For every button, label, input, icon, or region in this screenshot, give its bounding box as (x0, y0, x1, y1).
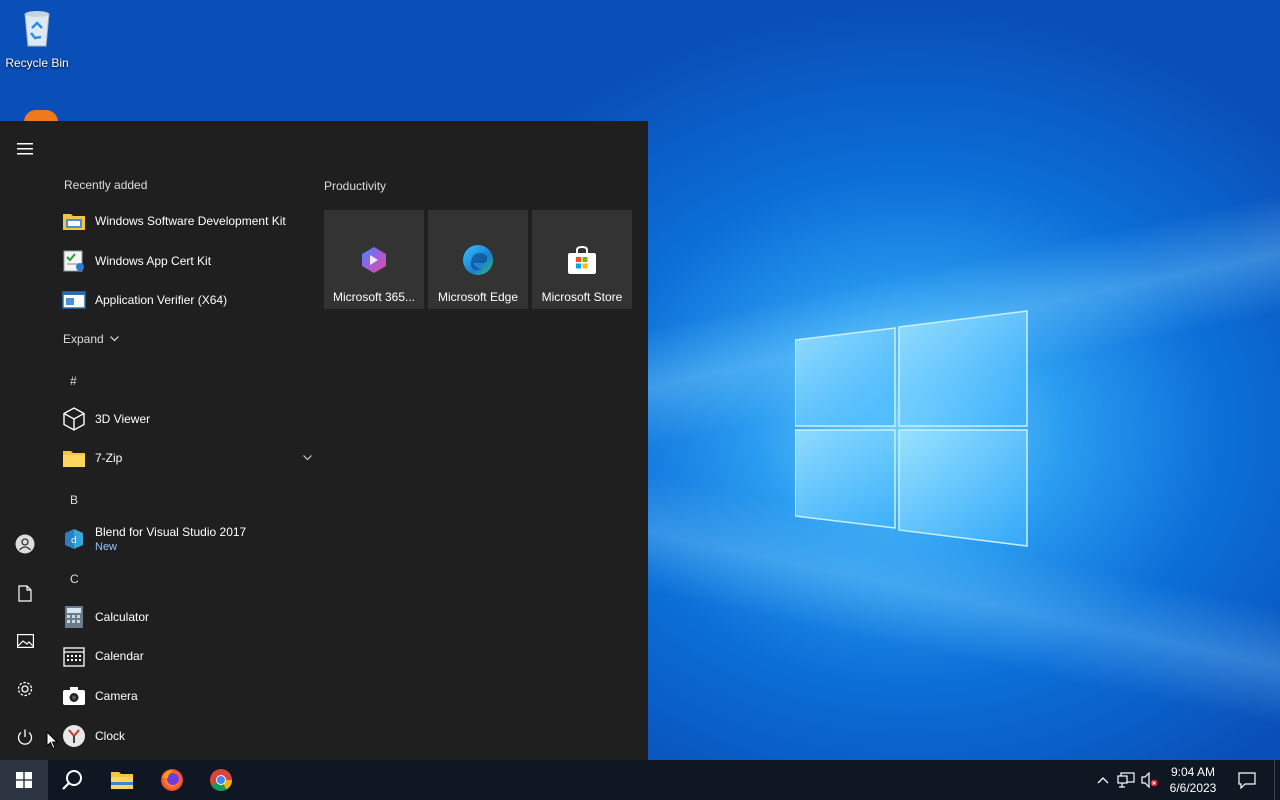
volume-muted-icon (1141, 772, 1158, 788)
app-clock[interactable]: Clock (62, 718, 302, 754)
app-label: Camera (95, 689, 138, 703)
taskbar-clock[interactable]: 9:04 AM 6/6/2023 (1160, 764, 1226, 796)
clock-date: 6/6/2023 (1169, 781, 1217, 795)
show-desktop-button[interactable] (1274, 760, 1280, 800)
chrome-icon (210, 769, 232, 791)
app-calendar[interactable]: Calendar (62, 638, 302, 674)
tile-microsoft-edge[interactable]: Microsoft Edge (428, 210, 528, 309)
app-label: 3D Viewer (95, 412, 151, 426)
show-hidden-chevron-icon (1097, 777, 1109, 784)
user-account-button[interactable] (0, 524, 50, 564)
camera-icon (62, 684, 86, 708)
calendar-icon (62, 644, 86, 668)
microsoft-365-icon (357, 243, 391, 277)
clock-icon (62, 724, 86, 748)
firefox-button[interactable] (148, 760, 196, 800)
edge-icon (461, 243, 495, 277)
action-center-button[interactable] (1234, 760, 1260, 800)
chevron-down-icon[interactable] (303, 455, 312, 461)
folder-sdk-icon (62, 209, 86, 233)
group-letter-c[interactable]: C (70, 572, 79, 586)
power-button[interactable] (0, 717, 50, 757)
calculator-icon (62, 605, 86, 629)
app-label: Calendar (95, 649, 144, 663)
recycle-bin-icon (15, 6, 59, 50)
svg-text:d: d (71, 536, 77, 546)
app-windows-app-cert-kit[interactable]: Windows App Cert Kit (62, 243, 302, 279)
blend-icon: d (62, 527, 86, 551)
app-calculator[interactable]: Calculator (62, 599, 302, 635)
tile-microsoft-store[interactable]: Microsoft Store (532, 210, 632, 309)
app-windows-sdk[interactable]: Windows Software Development Kit (62, 203, 302, 239)
chrome-button[interactable] (197, 760, 245, 800)
start-button[interactable] (0, 760, 48, 800)
desktop-icon-label: Recycle Bin (5, 56, 69, 70)
hamburger-menu-icon (17, 143, 33, 155)
notification-icon (1238, 771, 1256, 789)
file-explorer-icon (111, 772, 133, 789)
new-badge: New (95, 541, 118, 553)
app-label: Calculator (95, 610, 150, 624)
app-application-verifier[interactable]: Application Verifier (X64) (62, 282, 302, 318)
taskbar: 9:04 AM 6/6/2023 (0, 760, 1280, 800)
windows-logo-wallpaper (795, 310, 1028, 547)
start-menu: Recently added Windows Software Developm… (0, 121, 648, 760)
recently-added-heading: Recently added (64, 178, 148, 192)
app-camera[interactable]: Camera (62, 678, 302, 714)
search-button[interactable] (48, 760, 96, 800)
tile-label: Microsoft Edge (437, 290, 519, 304)
app-list: Recently added Windows Software Developm… (50, 121, 312, 760)
tiles-group-title[interactable]: Productivity (324, 179, 386, 193)
app-label: 7-Zip (95, 451, 123, 465)
folder-icon (62, 446, 86, 470)
app-label: Application Verifier (X64) (95, 293, 228, 307)
document-icon (18, 584, 32, 602)
settings-gear-icon (17, 681, 33, 697)
volume-button[interactable] (1140, 760, 1160, 800)
app-3d-viewer[interactable]: 3D Viewer (62, 401, 302, 437)
cert-kit-icon (62, 249, 86, 273)
app-label: Windows Software Development Kit (95, 214, 286, 228)
file-explorer-button[interactable] (98, 760, 146, 800)
app-label: Clock (95, 729, 126, 743)
expand-label: Expand (63, 332, 104, 346)
expand-button[interactable]: Expand (63, 332, 119, 346)
group-letter-b[interactable]: B (70, 493, 78, 507)
desktop-icon-recycle-bin[interactable]: Recycle Bin (4, 6, 70, 70)
app-label: Blend for Visual Studio 2017 (95, 525, 247, 539)
chevron-down-icon (109, 336, 119, 342)
search-icon (62, 770, 82, 790)
hamburger-menu-button[interactable] (0, 129, 50, 169)
firefox-icon (161, 769, 183, 791)
user-icon (15, 534, 35, 554)
store-icon (565, 243, 599, 277)
cube-icon (62, 407, 86, 431)
app-blend-visual-studio[interactable]: d Blend for Visual Studio 2017 New (62, 519, 302, 559)
group-letter-hash[interactable]: # (70, 374, 77, 388)
power-icon (17, 729, 33, 745)
tile-label: Microsoft 365... (332, 290, 416, 304)
app-7zip-folder[interactable]: 7-Zip (62, 440, 312, 476)
tile-microsoft-365[interactable]: Microsoft 365... (324, 210, 424, 309)
show-hidden-icons-button[interactable] (1094, 760, 1112, 800)
settings-button[interactable] (0, 669, 50, 709)
clock-time: 9:04 AM (1170, 765, 1216, 779)
documents-button[interactable] (0, 573, 50, 613)
network-button[interactable] (1116, 760, 1136, 800)
start-windows-icon (16, 772, 32, 788)
network-icon (1117, 772, 1135, 788)
app-label: Windows App Cert Kit (95, 254, 212, 268)
tile-label: Microsoft Store (541, 290, 623, 304)
pictures-icon (16, 634, 34, 648)
mouse-cursor-icon (46, 731, 58, 750)
pictures-button[interactable] (0, 621, 50, 661)
app-verifier-icon (62, 288, 86, 312)
start-rail (0, 121, 50, 760)
